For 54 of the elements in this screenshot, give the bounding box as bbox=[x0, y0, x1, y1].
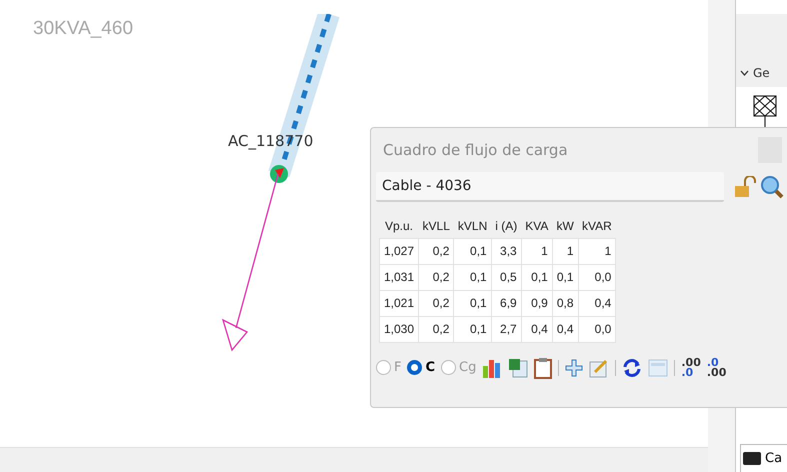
table-cell: 0,1 bbox=[454, 264, 492, 290]
table-cell: 0,2 bbox=[418, 264, 454, 290]
column-header: kVAR bbox=[578, 214, 616, 238]
table-cell: 0,5 bbox=[491, 264, 522, 290]
column-header: Vp.u. bbox=[380, 214, 419, 238]
table-cell: 0,4 bbox=[552, 316, 578, 342]
table-cell: 1,021 bbox=[380, 290, 419, 316]
table-cell: 1,027 bbox=[380, 238, 419, 264]
clipboard-icon[interactable] bbox=[534, 356, 552, 378]
table-cell: 0,2 bbox=[418, 316, 454, 342]
column-header: kW bbox=[552, 214, 578, 238]
table-cell: 0,9 bbox=[521, 290, 552, 316]
table-cell: 0,1 bbox=[521, 264, 552, 290]
decimal-button[interactable]: .0 .00 bbox=[706, 358, 726, 378]
table-cell: 2,7 bbox=[491, 316, 522, 342]
column-header: i (A) bbox=[491, 214, 522, 238]
table-cell: 0,1 bbox=[454, 316, 492, 342]
map-label: 30KVA_460 bbox=[33, 17, 134, 41]
decimal-button[interactable]: .00 .0 bbox=[681, 358, 701, 378]
plus-icon[interactable] bbox=[565, 358, 584, 376]
element-field[interactable]: Cable - 4036 bbox=[376, 172, 724, 202]
table-cell: 0,8 bbox=[552, 290, 578, 316]
table-cell: 0,1 bbox=[552, 264, 578, 290]
table-cell: 1,030 bbox=[380, 316, 419, 342]
table-cell: 1 bbox=[578, 238, 616, 264]
table-cell: 3,3 bbox=[491, 238, 522, 264]
column-header: kVLN bbox=[454, 214, 492, 238]
column-header: kVLL bbox=[418, 214, 454, 238]
table-cell: 1 bbox=[552, 238, 578, 264]
unlocked-padlock-icon[interactable] bbox=[734, 176, 756, 198]
column-header: KVA bbox=[521, 214, 552, 238]
table-cell: 0,0 bbox=[578, 316, 616, 342]
briefcase-icon bbox=[743, 452, 761, 465]
refresh-icon[interactable] bbox=[622, 358, 642, 378]
table-cell: 0,2 bbox=[418, 238, 454, 264]
table-cell: 1 bbox=[521, 238, 552, 264]
table-cell: 0,4 bbox=[521, 316, 552, 342]
edit-icon[interactable] bbox=[589, 358, 610, 378]
spreadsheet-icon[interactable] bbox=[508, 358, 528, 378]
table-cell: 0,2 bbox=[418, 290, 454, 316]
side-tab[interactable]: Ca bbox=[740, 444, 787, 472]
table-cell: 6,9 bbox=[491, 290, 522, 316]
search-icon[interactable] bbox=[760, 175, 784, 199]
group-header[interactable]: Ge bbox=[736, 59, 787, 87]
phase-radio[interactable]: C bbox=[407, 358, 436, 378]
table-cell: 0,4 bbox=[578, 290, 616, 316]
table-cell: 1,031 bbox=[380, 264, 419, 290]
chevron-icon bbox=[740, 70, 749, 76]
table-cell: 0,0 bbox=[578, 264, 616, 290]
bar-chart-icon[interactable] bbox=[482, 358, 502, 378]
node-label: AC_118770 bbox=[228, 131, 314, 152]
table-cell: 0,1 bbox=[454, 238, 492, 264]
table-cell: 0,1 bbox=[454, 290, 492, 316]
dialog-title: Cuadro de flujo de carga bbox=[383, 140, 568, 161]
